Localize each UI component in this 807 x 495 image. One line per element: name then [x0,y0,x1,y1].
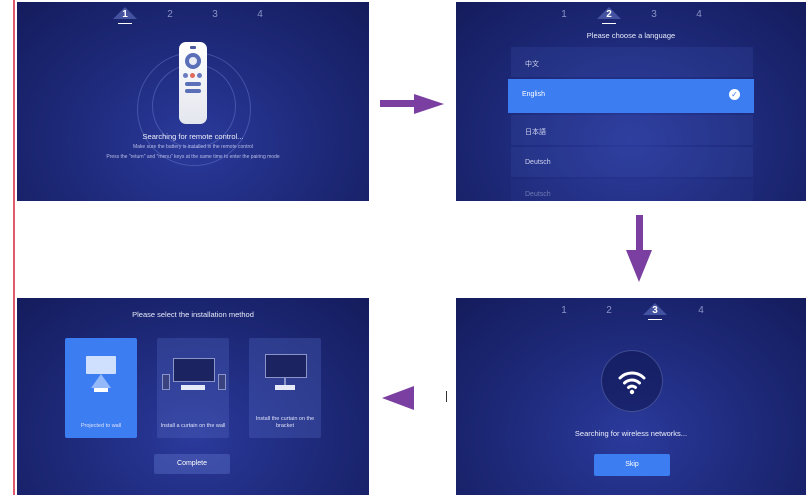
flow-arrow-down [636,215,643,253]
flow-arrow-left-head [382,386,414,410]
pairing-hint: Press the "return" and "menu" keys at th… [106,154,280,160]
complete-button[interactable]: Complete [154,454,230,474]
remote-control-icon [179,42,207,124]
option-label: Install the curtain on the bracket [255,416,315,429]
step-3: 3 [212,9,218,20]
option-projected-to-wall[interactable]: Projected to wall [65,338,137,438]
step-2: 2 [606,305,612,316]
screen-icon [86,356,116,374]
step-indicator: 1 2 3 4 [456,7,806,27]
step-4: 4 [698,305,704,316]
wifi-search-screen: 1 2 3 4 Searching for wireless networks.… [456,298,806,495]
step-indicator: 1 2 3 4 [456,303,806,323]
projector-icon [181,385,205,390]
projector-beam-icon [91,374,111,388]
option-label: Projected to wall [80,423,122,429]
projector-icon [275,385,295,390]
projector-icon [94,388,108,392]
left-margin-line [13,0,15,495]
flow-arrow-down-head [626,250,652,282]
battery-hint: Make sure the battery is installed in th… [132,144,254,150]
wifi-icon-circle [601,350,663,412]
curtain-icon [173,358,215,382]
speaker-icon [218,374,226,390]
speaker-icon [162,374,170,390]
step-2: 2 [602,9,616,24]
searching-wifi-text: Searching for wireless networks... [574,429,688,438]
remote-pairing-screen: 1 2 3 4 Searching for remote control... … [17,2,369,201]
flow-arrow-right-head [414,94,444,114]
option-curtain-on-wall[interactable]: Install a curtain on the wall [157,338,229,438]
step-3: 3 [651,9,657,20]
language-screen: 1 2 3 4 Please choose a language 中文 Engl… [456,2,806,201]
step-2: 2 [167,9,173,20]
language-option-deutsch[interactable]: Deutsch [511,147,753,177]
step-1: 1 [118,9,132,24]
installation-method-screen: Please select the installation method Pr… [17,298,369,495]
step-4: 4 [257,9,263,20]
step-3: 3 [648,305,662,320]
language-title: Please choose a language [586,31,676,40]
step-4: 4 [696,9,702,20]
option-curtain-on-bracket[interactable]: Install the curtain on the bracket [249,338,321,438]
installation-title: Please select the installation method [132,310,254,319]
divider-mark [446,391,447,402]
language-option-deutsch-faded[interactable]: Deutsch [511,179,753,201]
language-option-japanese[interactable]: 日本語 [511,115,753,145]
check-icon: ✓ [729,89,740,100]
step-indicator: 1 2 3 4 [17,7,369,27]
skip-button[interactable]: Skip [594,454,670,476]
language-label: English [522,91,545,98]
bracket-icon [284,377,286,385]
option-label: Install a curtain on the wall [160,423,226,429]
step-1: 1 [561,305,567,316]
language-option-chinese[interactable]: 中文 [511,47,753,77]
flow-arrow-right [380,100,416,107]
searching-remote-text: Searching for remote control... [142,132,244,141]
wifi-icon [618,371,646,395]
step-1: 1 [561,9,567,20]
language-option-english[interactable]: English ✓ [508,79,754,113]
curtain-icon [265,354,307,378]
